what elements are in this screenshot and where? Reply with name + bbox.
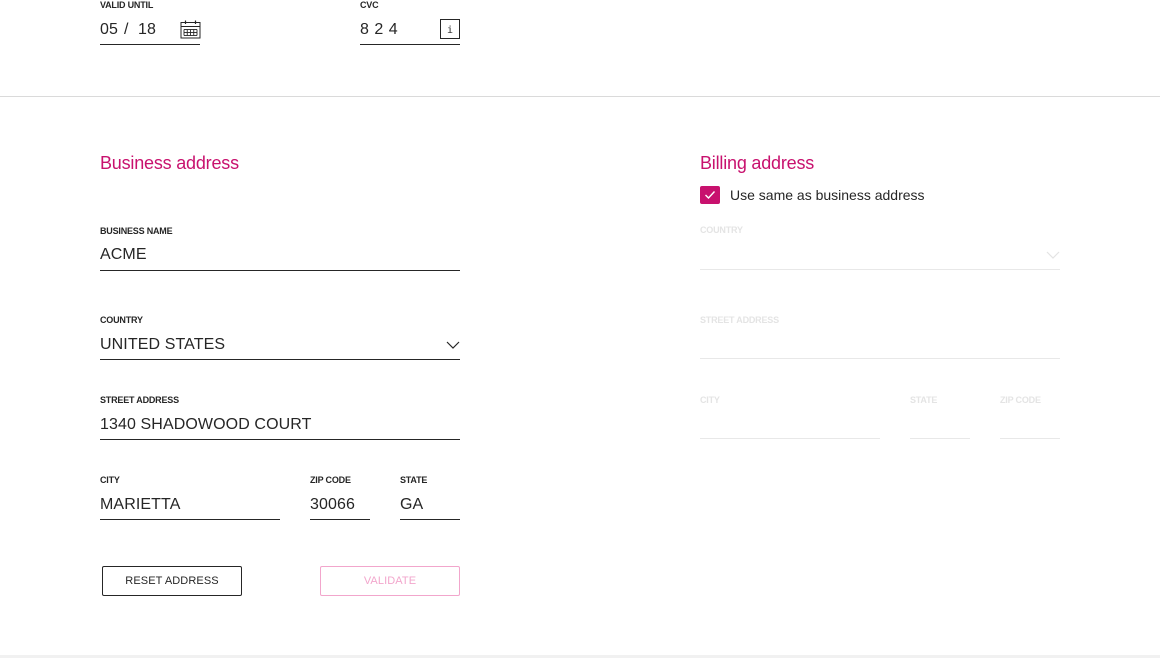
billing-street-label: STREET ADDRESS: [700, 315, 779, 325]
billing-state-underline: [910, 438, 970, 439]
info-icon[interactable]: i: [440, 19, 460, 39]
valid-until-month[interactable]: 05: [100, 21, 118, 39]
billing-state-label: STATE: [910, 395, 938, 405]
valid-until-separator: /: [124, 21, 129, 38]
same-as-business-label[interactable]: Use same as business address: [730, 187, 925, 203]
state-value[interactable]: GA: [400, 496, 423, 514]
city-label: CITY: [100, 475, 120, 485]
billing-zip-label: ZIP CODE: [1000, 395, 1041, 405]
valid-until-year[interactable]: 18: [138, 21, 156, 39]
city-value[interactable]: MARIETTA: [100, 496, 181, 514]
same-as-business-checkbox[interactable]: [700, 186, 720, 204]
business-name-label: BUSINESS NAME: [100, 226, 173, 236]
billing-city-label: CITY: [700, 395, 720, 405]
reset-address-button[interactable]: RESET ADDRESS: [102, 566, 242, 596]
street-address-value[interactable]: 1340 SHADOWOOD COURT: [100, 416, 312, 434]
chevron-down-icon[interactable]: [446, 340, 460, 350]
cvc-label: CVC: [360, 0, 379, 10]
valid-until-label: VALID UNTIL: [100, 0, 154, 10]
business-name-underline: [100, 270, 460, 271]
zip-code-label: ZIP CODE: [310, 475, 351, 485]
billing-chevron-down-icon: [1046, 250, 1060, 260]
billing-address-title: Billing address: [700, 153, 815, 173]
cvc-value[interactable]: 8 2 4: [360, 21, 398, 39]
billing-city-underline: [700, 438, 880, 439]
check-icon: [705, 191, 716, 200]
zip-code-value[interactable]: 30066: [310, 496, 355, 514]
business-name-value[interactable]: ACME: [100, 246, 147, 264]
billing-country-underline: [700, 269, 1060, 270]
city-underline: [100, 519, 280, 520]
country-underline: [100, 359, 460, 360]
validate-button[interactable]: VALIDATE: [320, 566, 460, 596]
state-underline: [400, 519, 460, 520]
section-divider: [0, 96, 1160, 97]
billing-street-underline: [700, 358, 1060, 359]
cvc-underline: [360, 44, 460, 45]
street-address-underline: [100, 439, 460, 440]
country-value[interactable]: UNITED STATES: [100, 336, 225, 354]
country-label: COUNTRY: [100, 315, 143, 325]
business-address-title: Business address: [100, 153, 239, 173]
valid-until-underline: [100, 44, 200, 45]
street-address-label: STREET ADDRESS: [100, 395, 179, 405]
state-label: STATE: [400, 475, 428, 485]
calendar-icon[interactable]: [180, 20, 201, 39]
billing-zip-underline: [1000, 438, 1060, 439]
billing-country-label: COUNTRY: [700, 225, 743, 235]
svg-text:i: i: [447, 25, 453, 36]
zip-code-underline: [310, 519, 370, 520]
